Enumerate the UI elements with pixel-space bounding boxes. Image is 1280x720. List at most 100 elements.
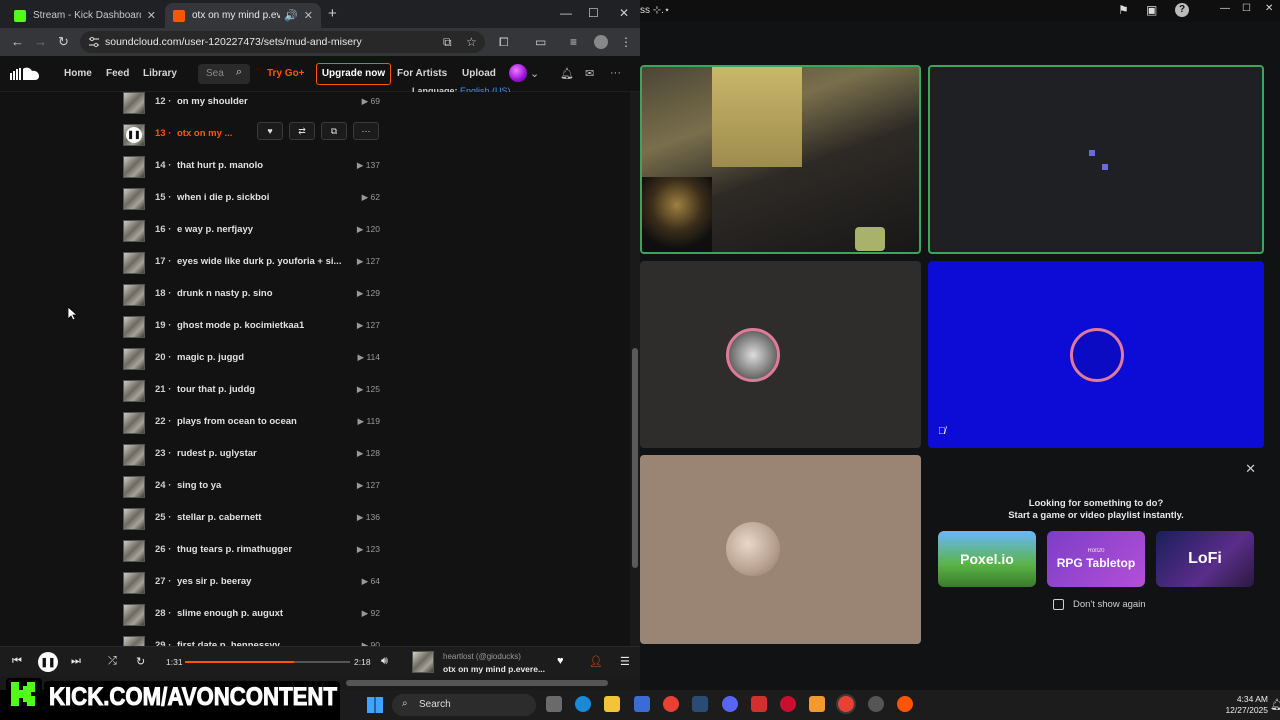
track-artwork[interactable] bbox=[123, 636, 145, 646]
split-screen-icon[interactable]: ▭ bbox=[535, 35, 546, 49]
now-playing-title[interactable]: otx on my mind p.evere... bbox=[443, 664, 545, 674]
track-artwork[interactable] bbox=[123, 156, 145, 178]
discord-icon[interactable] bbox=[722, 696, 738, 712]
track-artwork[interactable] bbox=[123, 284, 145, 306]
like-icon[interactable]: ♥ bbox=[557, 655, 564, 667]
tab-close-icon[interactable]: ✕ bbox=[304, 9, 313, 22]
track-row[interactable]: 25 · stellar p. cabernett ▶ 136 bbox=[123, 507, 388, 539]
hscroll-thumb[interactable] bbox=[346, 680, 608, 686]
track-title[interactable]: sing to ya bbox=[177, 480, 221, 491]
track-row[interactable]: 29 · first date p. hennessyy ▶ 90 bbox=[123, 635, 388, 646]
inbox-icon[interactable]: ⚑ bbox=[1118, 3, 1129, 17]
track-row[interactable]: 27 · yes sir p. beeray ▶ 64 bbox=[123, 571, 388, 603]
progress-bar[interactable] bbox=[185, 661, 350, 663]
install-app-icon[interactable]: ⧉ bbox=[443, 35, 452, 50]
participant-tile[interactable] bbox=[640, 455, 921, 644]
tab-kick-dashboard[interactable]: Stream - Kick Dashboard ✕ bbox=[6, 3, 164, 28]
fl-studio-icon[interactable] bbox=[809, 696, 825, 712]
copy-button[interactable]: ⧉ bbox=[321, 122, 347, 140]
new-tab-button[interactable]: + bbox=[328, 5, 337, 22]
track-artwork[interactable] bbox=[123, 316, 145, 338]
nav-feed[interactable]: Feed bbox=[106, 68, 129, 79]
soundcloud-icon[interactable] bbox=[897, 696, 913, 712]
extensions-icon[interactable]: ⧠ bbox=[499, 35, 509, 50]
steam-icon[interactable] bbox=[692, 696, 708, 712]
checkbox-box[interactable] bbox=[1053, 599, 1064, 610]
close-icon[interactable]: ✕ bbox=[1245, 461, 1256, 477]
participant-tile[interactable]: 🎙̸ bbox=[928, 261, 1264, 448]
volume-icon[interactable]: 🔊︎ bbox=[381, 655, 388, 668]
try-go-plus-link[interactable]: Try Go+ bbox=[267, 68, 305, 79]
track-title[interactable]: tour that p. juddg bbox=[177, 384, 255, 395]
track-artwork[interactable] bbox=[123, 252, 145, 274]
track-title[interactable]: slime enough p. auguxt bbox=[177, 608, 283, 619]
upgrade-now-button[interactable]: Upgrade now bbox=[316, 63, 391, 85]
dont-show-again-checkbox[interactable]: Don't show again bbox=[1053, 599, 1146, 610]
track-title[interactable]: eyes wide like durk p. youforia + si... bbox=[177, 256, 341, 267]
maximize-button[interactable]: ☐ bbox=[588, 6, 599, 20]
file-explorer-icon[interactable] bbox=[604, 696, 620, 712]
track-title[interactable]: magic p. juggd bbox=[177, 352, 244, 363]
repeat-icon[interactable]: ↻ bbox=[136, 655, 145, 668]
app-icon[interactable] bbox=[868, 696, 884, 712]
screen-icon[interactable]: ▣ bbox=[1146, 3, 1157, 17]
now-playing-artist[interactable]: heartlost (@gioducks) bbox=[443, 652, 521, 661]
chrome-active-icon[interactable] bbox=[838, 696, 854, 712]
track-row[interactable]: 26 · thug tears p. rimathugger ▶ 123 bbox=[123, 539, 388, 571]
close-window-button[interactable]: ✕ bbox=[1265, 3, 1273, 14]
track-title[interactable]: stellar p. cabernett bbox=[177, 512, 261, 523]
webcam-tile[interactable] bbox=[640, 65, 921, 254]
track-artwork[interactable] bbox=[123, 348, 145, 370]
soundcloud-logo-icon[interactable] bbox=[10, 65, 44, 81]
speaker-icon[interactable]: 🔊 bbox=[284, 9, 298, 22]
track-title[interactable]: yes sir p. beeray bbox=[177, 576, 251, 587]
track-row[interactable]: 17 · eyes wide like durk p. youforia + si… bbox=[123, 251, 388, 283]
track-artwork[interactable] bbox=[123, 220, 145, 242]
track-artwork[interactable] bbox=[123, 476, 145, 498]
profile-avatar[interactable] bbox=[594, 35, 608, 49]
track-row[interactable]: 15 · when i die p. sickboi ▶ 62 bbox=[123, 187, 388, 219]
task-view-icon[interactable] bbox=[546, 696, 562, 712]
chevron-down-icon[interactable]: ⌄ bbox=[530, 67, 539, 80]
track-title[interactable]: when i die p. sickboi bbox=[177, 192, 269, 203]
mail-icon[interactable]: ✉ bbox=[585, 67, 594, 80]
windows-start-icon[interactable] bbox=[367, 697, 383, 713]
maximize-button[interactable]: ☐ bbox=[1242, 3, 1251, 14]
taskbar-search[interactable]: ⌕ Search bbox=[392, 694, 536, 716]
repost-button[interactable]: ⇄ bbox=[289, 122, 315, 140]
shuffle-icon[interactable]: ⤮ bbox=[108, 655, 117, 668]
search-icon[interactable]: ⌕ bbox=[236, 66, 242, 79]
track-artwork[interactable] bbox=[123, 604, 145, 626]
track-title[interactable]: plays from ocean to ocean bbox=[177, 416, 297, 427]
nav-library[interactable]: Library bbox=[143, 68, 177, 79]
track-row[interactable]: 20 · magic p. juggd ▶ 114 bbox=[123, 347, 388, 379]
pause-icon[interactable]: ❚❚ bbox=[126, 127, 142, 143]
track-artwork[interactable] bbox=[123, 508, 145, 530]
track-artwork[interactable] bbox=[123, 444, 145, 466]
track-title[interactable]: e way p. nerfjayy bbox=[177, 224, 253, 235]
site-info-icon[interactable] bbox=[88, 36, 100, 48]
bookmark-star-icon[interactable]: ☆ bbox=[466, 35, 477, 49]
pause-button[interactable]: ❚❚ bbox=[38, 652, 58, 672]
media-controls-icon[interactable]: ≡ bbox=[570, 35, 577, 49]
like-button[interactable]: ♥ bbox=[257, 122, 283, 140]
track-title[interactable]: drunk n nasty p. sino bbox=[177, 288, 273, 299]
track-row[interactable]: 18 · drunk n nasty p. sino ▶ 129 bbox=[123, 283, 388, 315]
track-row[interactable]: 14 · that hurt p. manolo ▶ 137 bbox=[123, 155, 388, 187]
opera-icon[interactable] bbox=[780, 696, 796, 712]
edge-icon[interactable] bbox=[575, 696, 591, 712]
minimize-button[interactable]: — bbox=[560, 6, 572, 20]
clock[interactable]: 4:34 AM 12/27/2025 bbox=[1208, 694, 1268, 716]
forward-icon[interactable]: → bbox=[34, 34, 47, 49]
app-icon[interactable] bbox=[751, 696, 767, 712]
participant-tile[interactable] bbox=[640, 261, 921, 448]
track-row[interactable]: 19 · ghost mode p. kocimietkaa1 ▶ 127 bbox=[123, 315, 388, 347]
track-title[interactable]: ghost mode p. kocimietkaa1 bbox=[177, 320, 304, 331]
chrome-icon[interactable] bbox=[663, 696, 679, 712]
track-row[interactable]: 23 · rudest p. uglystar ▶ 128 bbox=[123, 443, 388, 475]
track-row[interactable]: 21 · tour that p. juddg ▶ 125 bbox=[123, 379, 388, 411]
more-button[interactable]: ··· bbox=[353, 122, 379, 140]
track-title[interactable]: on my shoulder bbox=[177, 96, 248, 107]
track-artwork[interactable] bbox=[123, 92, 145, 114]
search-input[interactable]: Sea ⌕ bbox=[198, 64, 250, 84]
